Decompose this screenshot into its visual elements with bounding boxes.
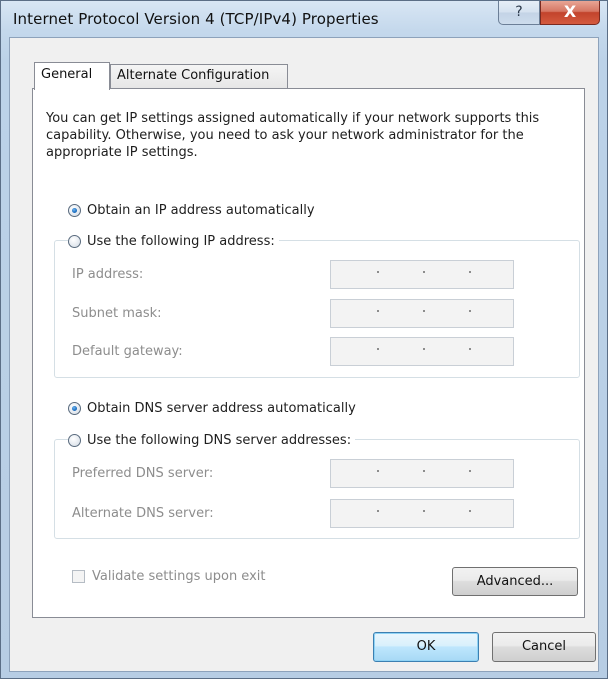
ip-separator-dot	[469, 271, 471, 273]
ok-button-label: OK	[416, 639, 436, 654]
preferred-dns-field	[330, 459, 514, 488]
radio-use-following-ip-label: Use the following IP address:	[87, 233, 275, 249]
ip-separator-dot	[377, 310, 379, 312]
subnet-mask-label: Subnet mask:	[72, 306, 162, 321]
subnet-mask-field	[330, 299, 514, 328]
radio-use-following-dns-label: Use the following DNS server addresses:	[87, 432, 352, 448]
ip-separator-dot	[377, 348, 379, 350]
ip-separator-dot	[469, 348, 471, 350]
close-icon: X	[563, 2, 577, 21]
ip-separator-dot	[377, 271, 379, 273]
alternate-dns-field	[330, 499, 514, 528]
preferred-dns-label: Preferred DNS server:	[72, 466, 214, 481]
default-gateway-label: Default gateway:	[72, 344, 183, 359]
validate-settings-checkbox: Validate settings upon exit	[72, 567, 265, 585]
radio-button-unchecked[interactable]	[68, 433, 81, 447]
alternate-dns-label: Alternate DNS server:	[72, 506, 214, 521]
ip-separator-dot	[423, 310, 425, 312]
radio-button-unchecked[interactable]	[68, 234, 81, 248]
radio-button-checked[interactable]	[68, 203, 81, 217]
window-title: Internet Protocol Version 4 (TCP/IPv4) P…	[13, 10, 379, 28]
cancel-button[interactable]: Cancel	[492, 632, 596, 662]
advanced-button-label: Advanced...	[476, 574, 554, 589]
ip-separator-dot	[469, 310, 471, 312]
radio-obtain-ip-auto[interactable]: Obtain an IP address automatically	[68, 201, 319, 219]
ip-separator-dot	[423, 271, 425, 273]
tab-general[interactable]: General	[34, 62, 110, 90]
close-button[interactable]: X	[540, 1, 600, 25]
ip-separator-dot	[423, 470, 425, 472]
ip-separator-dot	[469, 470, 471, 472]
ip-separator-dot	[423, 348, 425, 350]
radio-obtain-dns-auto[interactable]: Obtain DNS server address automatically	[68, 399, 360, 417]
checkbox-box	[72, 569, 85, 583]
radio-obtain-ip-auto-label: Obtain an IP address automatically	[87, 202, 315, 218]
dialog-window: Internet Protocol Version 4 (TCP/IPv4) P…	[0, 0, 608, 679]
help-icon: ?	[515, 4, 523, 20]
default-gateway-field	[330, 337, 514, 366]
tab-alternate-configuration-label: Alternate Configuration	[117, 68, 270, 83]
advanced-button[interactable]: Advanced...	[452, 567, 578, 596]
radio-use-following-dns[interactable]: Use the following DNS server addresses:	[68, 431, 356, 449]
radio-obtain-dns-auto-label: Obtain DNS server address automatically	[87, 400, 356, 416]
description-text: You can get IP settings assigned automat…	[46, 111, 540, 160]
help-button[interactable]: ?	[498, 1, 540, 25]
tab-alternate-configuration[interactable]: Alternate Configuration	[110, 64, 288, 88]
validate-settings-label: Validate settings upon exit	[92, 568, 266, 584]
tab-general-label: General	[41, 67, 93, 82]
cancel-button-label: Cancel	[521, 639, 567, 654]
ip-separator-dot	[423, 510, 425, 512]
title-bar[interactable]: Internet Protocol Version 4 (TCP/IPv4) P…	[1, 1, 607, 37]
dialog-client-area: General Alternate Configuration You can …	[9, 37, 599, 672]
radio-button-checked[interactable]	[68, 401, 81, 415]
ip-separator-dot	[377, 510, 379, 512]
ip-address-label: IP address:	[72, 267, 144, 282]
ip-separator-dot	[469, 510, 471, 512]
ip-separator-dot	[377, 470, 379, 472]
ip-address-field	[330, 260, 514, 289]
ok-button[interactable]: OK	[373, 632, 479, 662]
radio-use-following-ip[interactable]: Use the following IP address:	[68, 232, 279, 250]
